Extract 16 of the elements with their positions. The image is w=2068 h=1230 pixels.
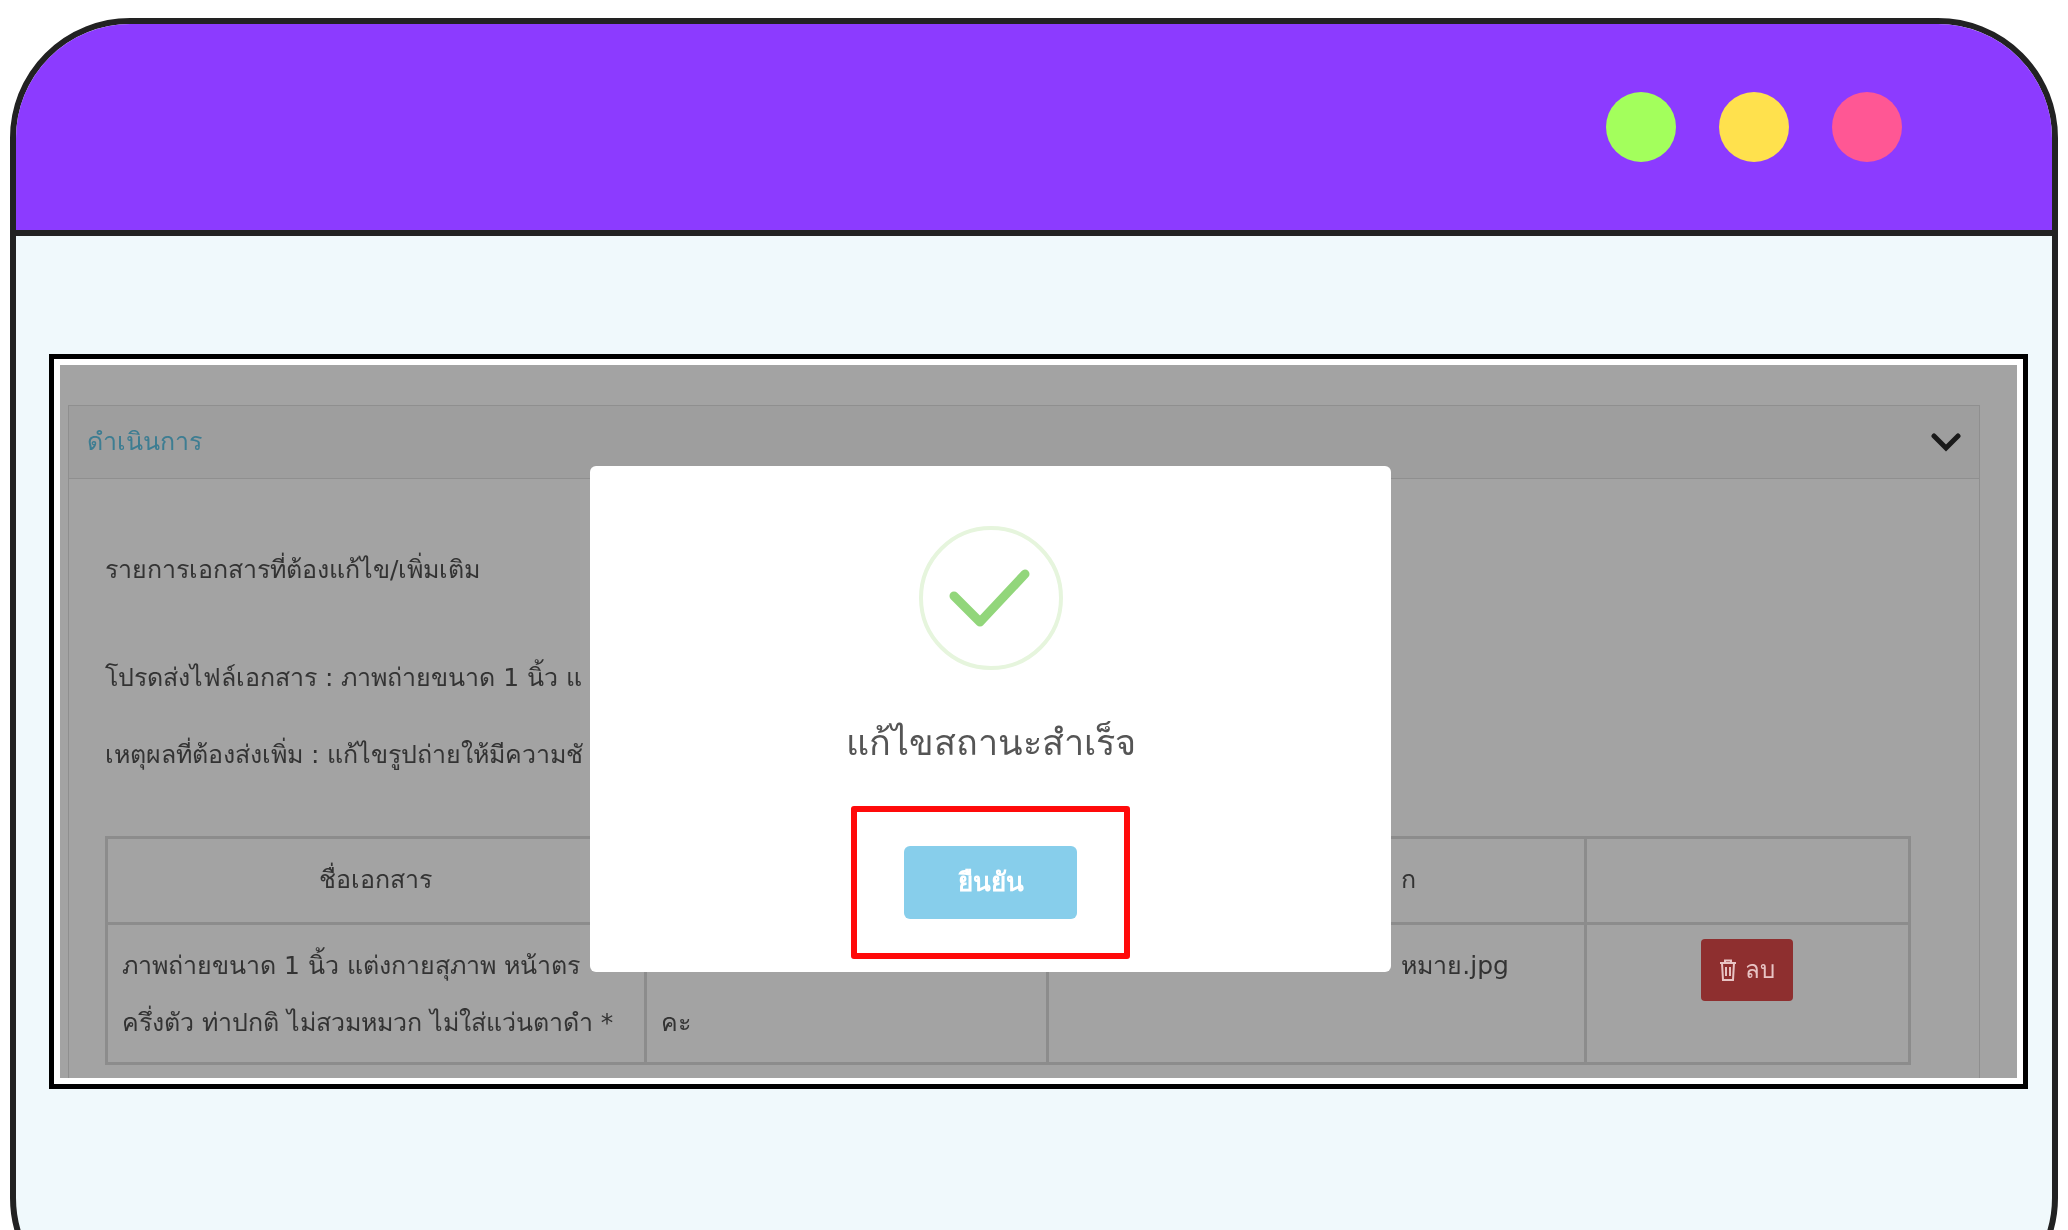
info-text: โปรดส่งไฟล์เอกสาร : ภาพถ่ายขนาด 1 นิ้ว แ xyxy=(105,658,583,696)
delete-button[interactable]: ลบ xyxy=(1701,938,1794,1001)
panel-header[interactable]: ดำเนินการ xyxy=(69,406,1979,479)
chevron-down-icon[interactable] xyxy=(1931,432,1961,452)
table-cell-text: หมาย.jpg xyxy=(1401,949,1510,982)
section-heading: รายการเอกสารที่ต้องแก้ไข/เพิ่มเติม xyxy=(105,551,481,589)
confirm-button[interactable]: ยืนยัน xyxy=(904,846,1077,919)
trash-icon xyxy=(1719,958,1738,981)
table-cell-text: ครึ่งตัว ท่าปกติ ไม่สวมหมวก ไม่ใส่แว่นตาดำ * xyxy=(122,1004,615,1039)
column-header: ก xyxy=(1401,865,1417,895)
check-circle-icon xyxy=(916,524,1065,672)
table-cell-text: คะ xyxy=(660,1006,692,1039)
dialog-message: แก้ไขสถานะสำเร็จ xyxy=(845,720,1136,765)
panel-title: ดำเนินการ xyxy=(87,426,202,459)
table-cell-text: ภาพถ่ายขนาด 1 นิ้ว แต่งกายสุภาพ หน้าตร xyxy=(122,944,644,986)
info-text: เหตุผลที่ต้องส่งเพิ่ม : แก้ไขรูปถ่ายให้มีความชั xyxy=(105,736,584,774)
